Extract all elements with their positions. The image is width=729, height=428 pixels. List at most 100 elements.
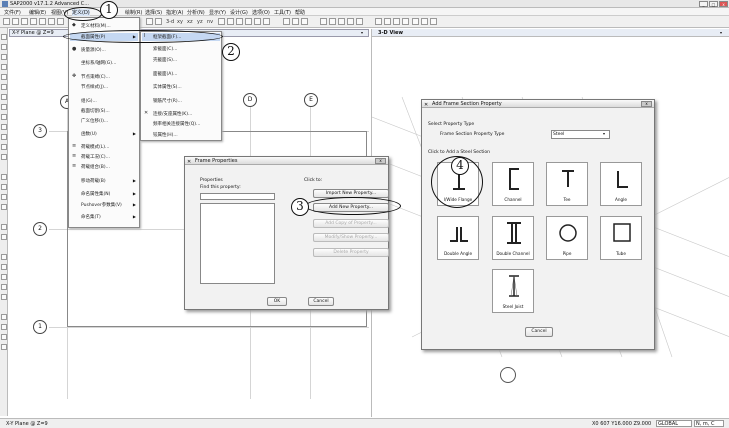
- define-menu-item[interactable]: 荷载组合(B)...: [81, 164, 110, 170]
- select-box-icon[interactable]: [1, 144, 7, 150]
- reshape-icon[interactable]: [1, 44, 7, 50]
- zoom-out-icon[interactable]: [155, 18, 162, 25]
- tee-button[interactable]: Tee: [546, 162, 588, 206]
- analyze-run-icon[interactable]: [412, 18, 419, 25]
- section-menu-item[interactable]: 面截面(A)...: [153, 71, 177, 77]
- snap-ends-icon[interactable]: [1, 264, 7, 270]
- section-menu-item[interactable]: 钢筋尺寸(R)...: [153, 98, 182, 104]
- add-section-cancel-button[interactable]: Cancel: [525, 327, 553, 337]
- define-menu-item[interactable]: 移动荷载(B): [81, 178, 106, 184]
- measure-icon[interactable]: [1, 324, 7, 330]
- draw-poly-icon[interactable]: [1, 74, 7, 80]
- roller-icon[interactable]: [1, 194, 7, 200]
- section-menu-item[interactable]: 频率相关连接属性(Q)...: [153, 121, 200, 127]
- draw-link-icon[interactable]: [338, 18, 345, 25]
- menu-tools[interactable]: 工具(T): [274, 9, 291, 16]
- save-file-icon[interactable]: [21, 18, 28, 25]
- chevron-down-icon[interactable]: ▾: [603, 131, 605, 136]
- add-copy-property-button[interactable]: Add Copy of Property...: [313, 219, 389, 228]
- view-xz-button[interactable]: xz: [187, 19, 193, 25]
- define-menu-item[interactable]: Pushover参数集(V): [81, 202, 122, 208]
- define-menu-item[interactable]: 组(G)...: [81, 98, 97, 104]
- lock-icon[interactable]: [57, 18, 64, 25]
- dimension-icon[interactable]: [1, 314, 7, 320]
- pin-icon[interactable]: [1, 184, 7, 190]
- define-menu-item[interactable]: 坐标系/轴网(G)...: [81, 60, 116, 66]
- grid-icon[interactable]: [263, 18, 270, 25]
- define-menu-item[interactable]: 函数(U): [81, 131, 97, 137]
- view-xy-button[interactable]: xy: [177, 19, 183, 25]
- modify-show-property-button[interactable]: Modify/Show Property...: [313, 233, 389, 242]
- properties-list[interactable]: [200, 203, 275, 284]
- refresh-icon[interactable]: [48, 18, 55, 25]
- right-pane-title[interactable]: 3-D View: [378, 30, 403, 36]
- define-menu-item[interactable]: 截面切割(S)...: [81, 108, 110, 114]
- quick-area-icon[interactable]: [1, 94, 7, 100]
- perspective-icon[interactable]: [218, 18, 225, 25]
- channel-button[interactable]: Channel: [492, 162, 534, 206]
- section-menu-item[interactable]: 实体属性(S)...: [153, 84, 182, 90]
- steel-joist-button[interactable]: Steel Joist: [492, 269, 534, 313]
- clear-select-icon[interactable]: [393, 18, 400, 25]
- ruler-icon[interactable]: [1, 334, 7, 340]
- coord-system-select[interactable]: GLOBAL: [656, 420, 692, 427]
- left-pane-title[interactable]: X-Y Plane @ Z=9: [12, 30, 54, 36]
- double-channel-button[interactable]: Double Channel: [492, 216, 534, 260]
- menu-select[interactable]: 选择(S): [145, 9, 162, 16]
- draw-point-icon[interactable]: [1, 54, 7, 60]
- define-menu-item[interactable]: 命名集(T): [81, 214, 101, 220]
- draw-beam-icon[interactable]: [1, 114, 7, 120]
- define-menu-item[interactable]: 荷载模式(L)...: [81, 144, 109, 150]
- select-intersect-icon[interactable]: [1, 154, 7, 160]
- draw-rect-icon[interactable]: [1, 84, 7, 90]
- pipe-button[interactable]: Pipe: [546, 216, 588, 260]
- define-menu-item[interactable]: 定义材料(M)...: [81, 23, 111, 29]
- up-arrow-icon[interactable]: [227, 18, 234, 25]
- tube-button[interactable]: Tube: [600, 216, 642, 260]
- deformed-shape-icon[interactable]: [421, 18, 428, 25]
- draw-brace-icon[interactable]: [1, 104, 7, 110]
- pointer-icon[interactable]: [1, 34, 7, 40]
- assign-load-icon[interactable]: [1, 224, 7, 230]
- angle-button[interactable]: Angle: [600, 162, 642, 206]
- define-menu-item[interactable]: 荷载工况(C)...: [81, 154, 110, 160]
- draw-solid-icon[interactable]: [329, 18, 336, 25]
- define-menu-item[interactable]: 节点束缚(C)...: [81, 74, 110, 80]
- snap-perpendicular-icon[interactable]: [1, 284, 7, 290]
- define-menu-item[interactable]: 广义位移(I)...: [81, 118, 108, 124]
- restraint-icon[interactable]: [1, 174, 7, 180]
- menu-analyze[interactable]: 分析(N): [187, 9, 205, 16]
- double-angle-button[interactable]: Double Angle: [437, 216, 479, 260]
- section-designer-icon[interactable]: [402, 18, 409, 25]
- define-menu-item[interactable]: 质量源(O)...: [81, 47, 106, 53]
- down-arrow-icon[interactable]: [236, 18, 243, 25]
- menu-options[interactable]: 选项(O): [252, 9, 270, 16]
- redo-icon[interactable]: [39, 18, 46, 25]
- section-menu-item[interactable]: 连接/支座属性(K)...: [153, 111, 192, 117]
- view-nv-button[interactable]: nv: [207, 19, 213, 25]
- menu-assign[interactable]: 指定(A): [166, 9, 183, 16]
- section-menu-item[interactable]: 索截面(C)...: [153, 46, 177, 52]
- menu-edit[interactable]: 编辑(E): [29, 9, 46, 16]
- find-property-input[interactable]: [200, 193, 275, 200]
- section-menu-item[interactable]: 壳截面(S)...: [153, 57, 177, 63]
- maximize-button[interactable]: □: [709, 1, 718, 7]
- draw-frame-icon[interactable]: [292, 18, 299, 25]
- menu-help[interactable]: 帮助: [295, 9, 305, 16]
- left-pane-close-icon[interactable]: ▾: [361, 30, 363, 35]
- draw-line-icon[interactable]: [1, 64, 7, 70]
- draw-cable-icon[interactable]: [301, 18, 308, 25]
- snap-lines-icon[interactable]: [1, 294, 7, 300]
- view-yz-button[interactable]: yz: [197, 19, 203, 25]
- add-section-close-icon[interactable]: x: [641, 101, 652, 107]
- check-icon[interactable]: [254, 18, 261, 25]
- menu-draw[interactable]: 绘制(R): [125, 9, 142, 16]
- snap-points-icon[interactable]: [1, 254, 7, 260]
- draw-wall-icon[interactable]: [1, 134, 7, 140]
- frame-properties-close-icon[interactable]: x: [375, 158, 386, 164]
- close-button[interactable]: x: [719, 1, 728, 7]
- tools-icon[interactable]: [1, 344, 7, 350]
- snap-intersect-icon[interactable]: [1, 274, 7, 280]
- draw-area-icon[interactable]: [320, 18, 327, 25]
- units-select[interactable]: N, m, C: [694, 420, 724, 427]
